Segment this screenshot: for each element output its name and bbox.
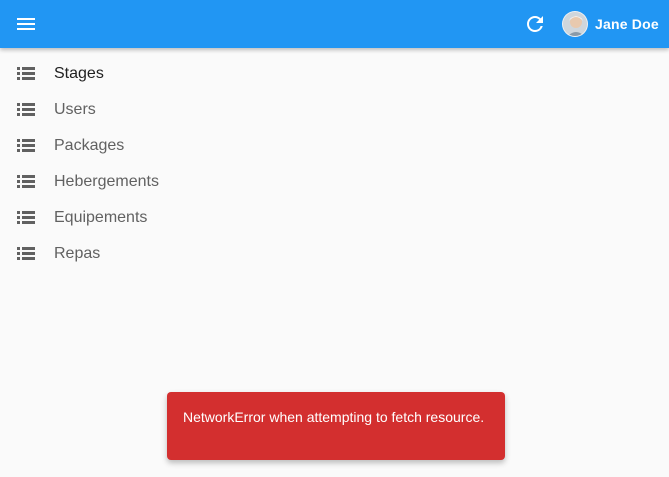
sidebar-item-repas[interactable]: Repas (0, 236, 240, 272)
menu-button[interactable] (14, 12, 38, 36)
sidebar-item-label: Packages (54, 137, 125, 154)
user-menu[interactable]: Jane Doe (562, 10, 659, 38)
app-bar: Jane Doe (0, 0, 669, 48)
sidebar-item-equipements[interactable]: Equipements (0, 200, 240, 236)
sidebar-item-label: Hebergements (54, 173, 159, 190)
sidebar-item-packages[interactable]: Packages (0, 128, 240, 164)
refresh-icon (527, 15, 543, 32)
error-notification: NetworkError when attempting to fetch re… (167, 392, 505, 460)
refresh-button[interactable] (523, 12, 547, 36)
sidebar-item-hebergements[interactable]: Hebergements (0, 164, 240, 200)
sidebar-item-users[interactable]: Users (0, 92, 240, 128)
user-name: Jane Doe (595, 16, 659, 32)
avatar (562, 11, 588, 37)
sidebar-item-label: Equipements (54, 209, 148, 226)
list-icon (17, 103, 35, 117)
error-message: NetworkError when attempting to fetch re… (183, 409, 485, 425)
sidebar-item-stages[interactable]: Stages (0, 56, 240, 92)
sidebar-item-label: Users (54, 101, 96, 118)
list-icon (17, 139, 35, 153)
sidebar: Stages Users Packages Hebergements Equip… (0, 56, 240, 272)
list-icon (17, 67, 35, 81)
list-icon (17, 247, 35, 261)
list-icon (17, 211, 35, 225)
menu-icon (17, 18, 35, 30)
list-icon (17, 175, 35, 189)
sidebar-item-label: Stages (54, 65, 104, 82)
sidebar-item-label: Repas (54, 245, 101, 262)
